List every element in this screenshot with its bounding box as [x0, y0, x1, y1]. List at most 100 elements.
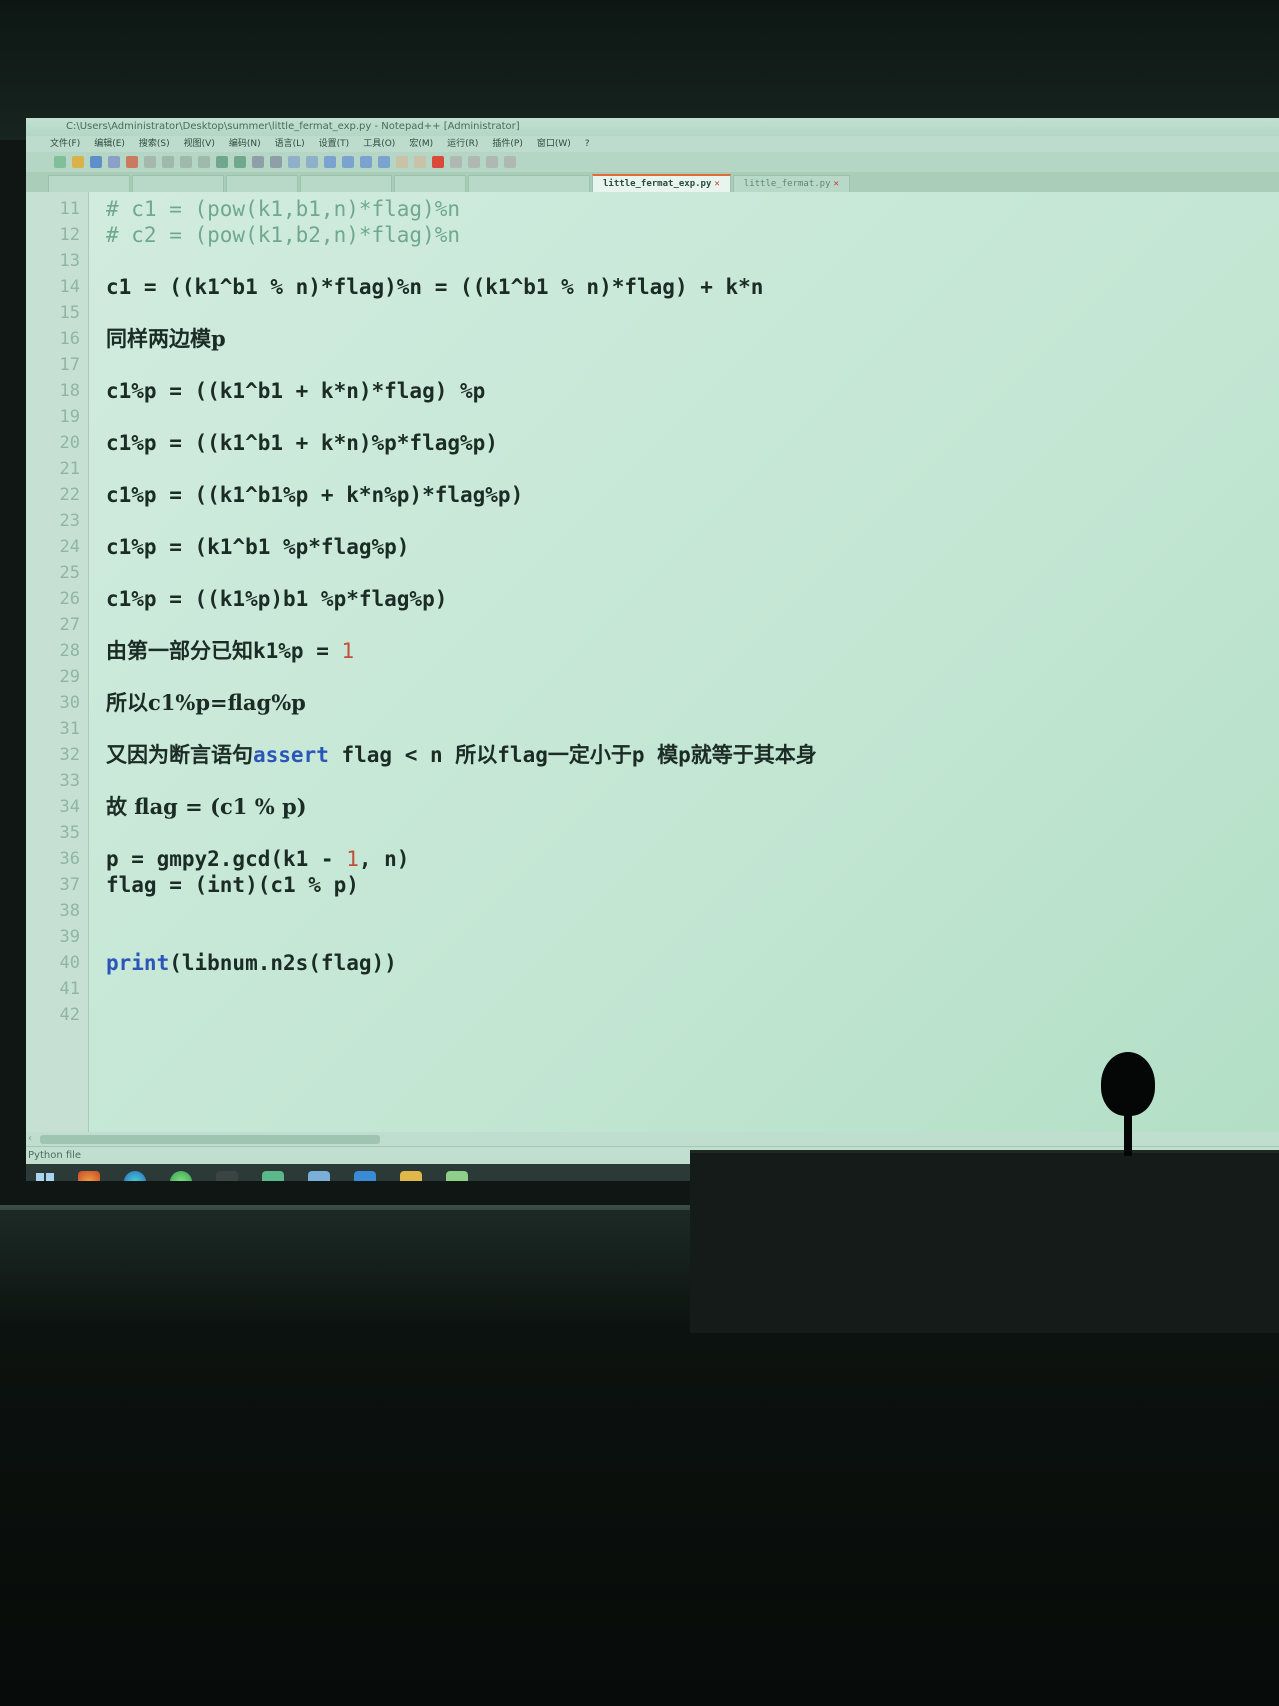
wechat-icon[interactable]: [170, 1171, 192, 1181]
code-line[interactable]: 40 print(libnum.n2s(flag)): [26, 950, 1279, 976]
line-number: 32: [59, 745, 80, 765]
code-line[interactable]: 42: [26, 1002, 1279, 1028]
code-line[interactable]: 38: [26, 898, 1279, 924]
paste-icon[interactable]: [198, 156, 210, 168]
code-line[interactable]: 22 c1%p = ((k1^b1%p + k*n%p)*flag%p): [26, 482, 1279, 508]
paint-icon[interactable]: [308, 1171, 330, 1181]
tab-little-fermat[interactable]: little_fermat.py ✕: [732, 175, 850, 192]
close-file-icon[interactable]: [126, 156, 138, 168]
code-line[interactable]: 18 c1%p = ((k1^b1 + k*n)*flag) %p: [26, 378, 1279, 404]
code-line[interactable]: 31: [26, 716, 1279, 742]
code-line[interactable]: 13: [26, 248, 1279, 274]
menu-item[interactable]: 文件(F): [50, 136, 80, 152]
code-line[interactable]: 30 所以c1%p=flag%p: [26, 690, 1279, 716]
code-line[interactable]: 11 # c1 = (pow(k1,b1,n)*flag)%n: [26, 196, 1279, 222]
tab-file-1[interactable]: [48, 175, 130, 192]
function-list-icon[interactable]: [414, 156, 426, 168]
code-line[interactable]: 26 c1%p = ((k1%p)b1 %p*flag%p): [26, 586, 1279, 612]
notepad-icon[interactable]: [262, 1171, 284, 1181]
scroll-left-arrow-icon[interactable]: ‹: [28, 1132, 32, 1146]
menu-item[interactable]: 搜索(S): [139, 136, 170, 152]
terminal-icon[interactable]: [216, 1171, 238, 1181]
code-line[interactable]: 23: [26, 508, 1279, 534]
edge-icon[interactable]: [124, 1171, 146, 1181]
tab-file-4[interactable]: [300, 175, 392, 192]
stop-macro-icon[interactable]: [450, 156, 462, 168]
code-line[interactable]: 39: [26, 924, 1279, 950]
sync-scroll-icon[interactable]: [324, 156, 336, 168]
code-line[interactable]: 32 又因为断言语句assert flag < n 所以flag一定小于p 模p就…: [26, 742, 1279, 768]
code-line[interactable]: 29: [26, 664, 1279, 690]
code-line[interactable]: 14 c1 = ((k1^b1 % n)*flag)%n = ((k1^b1 % …: [26, 274, 1279, 300]
new-file-icon[interactable]: [54, 156, 66, 168]
code-text: c1%p = (k1^b1 %p*flag%p): [106, 534, 409, 560]
code-line[interactable]: 37 flag = (int)(c1 % p): [26, 872, 1279, 898]
save-macro-icon[interactable]: [504, 156, 516, 168]
menu-item[interactable]: 视图(V): [184, 136, 215, 152]
code-line[interactable]: 17: [26, 352, 1279, 378]
replace-icon[interactable]: [270, 156, 282, 168]
notepadpp-icon[interactable]: [446, 1171, 468, 1181]
code-line[interactable]: 36 p = gmpy2.gcd(k1 - 1, n): [26, 846, 1279, 872]
code-line[interactable]: 15: [26, 300, 1279, 326]
menu-item[interactable]: 编辑(E): [94, 136, 125, 152]
open-file-icon[interactable]: [72, 156, 84, 168]
tab-file-5[interactable]: [394, 175, 466, 192]
code-line[interactable]: 16 同样两边模p: [26, 326, 1279, 352]
word-wrap-icon[interactable]: [342, 156, 354, 168]
menu-item[interactable]: 语言(L): [275, 136, 305, 152]
windows-start-icon[interactable]: [36, 1173, 54, 1181]
save-all-icon[interactable]: [108, 156, 120, 168]
play-macro-icon[interactable]: [468, 156, 480, 168]
redo-icon[interactable]: [234, 156, 246, 168]
code-line[interactable]: 19: [26, 404, 1279, 430]
code-line[interactable]: 28 由第一部分已知k1%p = 1: [26, 638, 1279, 664]
code-line[interactable]: 33: [26, 768, 1279, 794]
folder-icon[interactable]: [400, 1171, 422, 1181]
tab-file-2[interactable]: [132, 175, 224, 192]
code-line[interactable]: 20 c1%p = ((k1^b1 + k*n)%p*flag%p): [26, 430, 1279, 456]
indent-guide-icon[interactable]: [378, 156, 390, 168]
scrollbar-thumb[interactable]: [40, 1135, 380, 1144]
menu-item[interactable]: 运行(R): [447, 136, 478, 152]
code-line[interactable]: 41: [26, 976, 1279, 1002]
code-line[interactable]: 21: [26, 456, 1279, 482]
find-icon[interactable]: [252, 156, 264, 168]
menu-item[interactable]: 设置(T): [319, 136, 350, 152]
horizontal-scrollbar[interactable]: ‹: [26, 1132, 1279, 1146]
tab-close-icon[interactable]: ✕: [714, 179, 719, 189]
save-icon[interactable]: [90, 156, 102, 168]
tab-close-icon[interactable]: ✕: [834, 179, 839, 189]
doc-map-icon[interactable]: [396, 156, 408, 168]
code-line[interactable]: 34 故 flag = (c1 % p): [26, 794, 1279, 820]
code-line[interactable]: 35: [26, 820, 1279, 846]
show-all-chars-icon[interactable]: [360, 156, 372, 168]
menu-item[interactable]: 插件(P): [492, 136, 522, 152]
firefox-icon[interactable]: [78, 1171, 100, 1181]
tab-little-fermat-exp[interactable]: little_fermat_exp.py ✕: [592, 174, 731, 192]
menu-item[interactable]: 编码(N): [229, 136, 261, 152]
run-macro-multiple-icon[interactable]: [486, 156, 498, 168]
print-icon[interactable]: [144, 156, 156, 168]
zoom-in-icon[interactable]: [288, 156, 300, 168]
line-number: 11: [59, 199, 80, 219]
cut-icon[interactable]: [162, 156, 174, 168]
code-line[interactable]: 27: [26, 612, 1279, 638]
menu-item[interactable]: 宏(M): [409, 136, 433, 152]
line-number: 29: [59, 667, 80, 687]
zoom-out-icon[interactable]: [306, 156, 318, 168]
code-token: c1%p = ((k1^b1 + k*n)*flag) %p: [106, 379, 486, 403]
code-line[interactable]: 24 c1%p = (k1^b1 %p*flag%p): [26, 534, 1279, 560]
undo-icon[interactable]: [216, 156, 228, 168]
menu-item[interactable]: ?: [585, 136, 590, 152]
tab-file-6[interactable]: [468, 175, 590, 192]
code-line[interactable]: 12 # c2 = (pow(k1,b2,n)*flag)%n: [26, 222, 1279, 248]
vscode-icon[interactable]: [354, 1171, 376, 1181]
tab-file-3[interactable]: [226, 175, 298, 192]
code-line[interactable]: 25: [26, 560, 1279, 586]
menu-item[interactable]: 工具(O): [363, 136, 395, 152]
copy-icon[interactable]: [180, 156, 192, 168]
code-editor[interactable]: 11 # c1 = (pow(k1,b1,n)*flag)%n 12 # c2 = (…: [26, 192, 1279, 1132]
record-macro-icon[interactable]: [432, 156, 444, 168]
menu-item[interactable]: 窗口(W): [537, 136, 571, 152]
